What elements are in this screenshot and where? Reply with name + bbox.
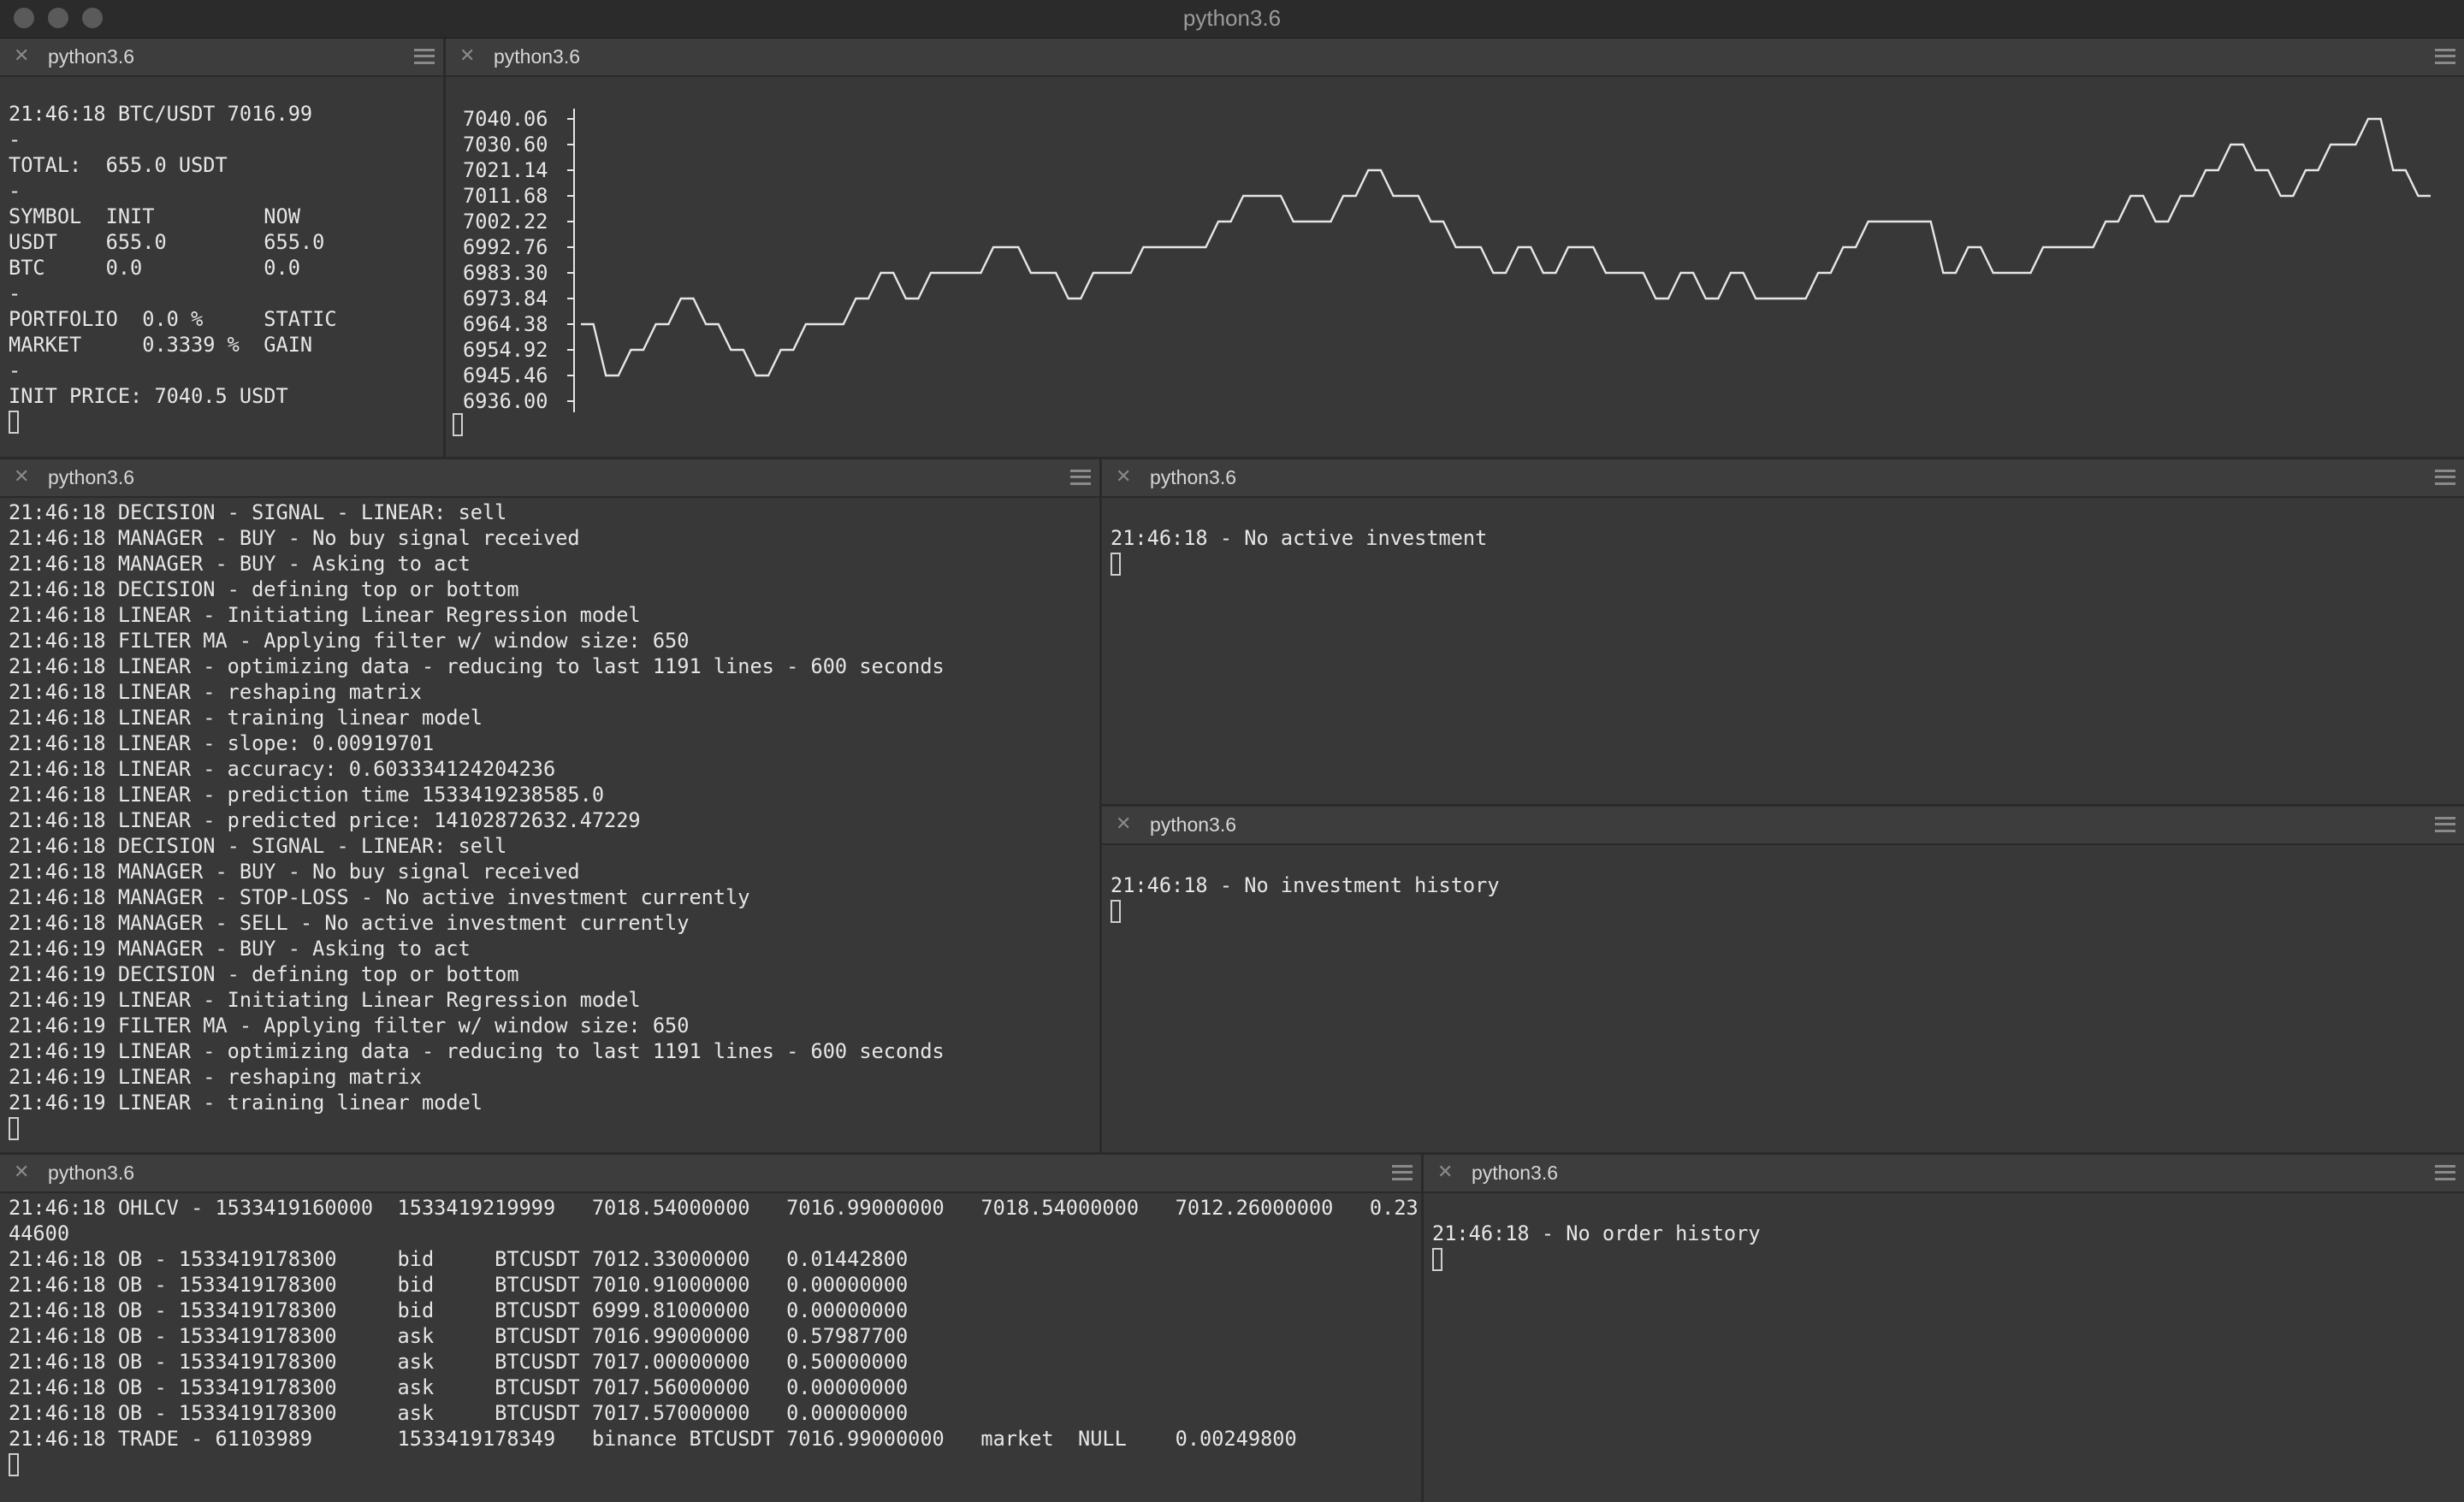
order-output: 21:46:18 - No order history	[1432, 1195, 2461, 1502]
terminal-cursor	[453, 413, 463, 436]
y-tick-label: 6992.76	[463, 235, 548, 259]
pane-menu-icon[interactable]	[1070, 470, 1091, 485]
y-tick-label: 7040.06	[463, 107, 548, 131]
log-text: 21:46:18 DECISION - SIGNAL - LINEAR: sel…	[9, 500, 945, 1115]
order-text: 21:46:18 - No order history	[1432, 1221, 1761, 1245]
log-output: 21:46:18 DECISION - SIGNAL - LINEAR: sel…	[9, 500, 1096, 1152]
market-pane[interactable]: ✕ python3.6 21:46:18 OHLCV - 15334191600…	[0, 1155, 1421, 1502]
pane-divider[interactable]	[0, 1152, 2464, 1155]
pane-tab-label: python3.6	[1150, 813, 1237, 836]
history-pane[interactable]: ✕ python3.6 21:46:18 - No investment his…	[1102, 807, 2464, 1152]
pane-tab[interactable]: ✕ python3.6	[1102, 807, 2464, 845]
chart-pane[interactable]: ✕ python3.6 7040.06 7030.60 7021.14 7011.68…	[446, 38, 2464, 457]
pane-menu-icon[interactable]	[414, 49, 435, 64]
window-title: python3.6	[1182, 5, 1282, 31]
y-tick-label: 6964.38	[463, 312, 548, 336]
pane-divider[interactable]	[1102, 804, 2464, 807]
close-pane-icon[interactable]: ✕	[14, 466, 29, 488]
close-pane-icon[interactable]: ✕	[1116, 466, 1131, 488]
pane-tab[interactable]: ✕ python3.6	[0, 38, 443, 77]
y-tick-label: 6936.00	[463, 389, 548, 413]
close-pane-icon[interactable]: ✕	[14, 45, 29, 67]
y-tick-label: 6973.84	[463, 287, 548, 310]
y-tick-label: 7002.22	[463, 210, 548, 234]
y-axis-ticks: 7040.067030.607021.147011.687002.226992.…	[463, 107, 574, 413]
pane-tab-label: python3.6	[48, 466, 135, 488]
pane-tab-label: python3.6	[48, 45, 135, 68]
investment-text: 21:46:18 - No active investment	[1111, 526, 1488, 550]
history-text: 21:46:18 - No investment history	[1111, 873, 1500, 897]
pane-tab[interactable]: ✕ python3.6	[1102, 459, 2464, 498]
investment-output: 21:46:18 - No active investment	[1111, 500, 2461, 804]
pane-menu-icon[interactable]	[2435, 1165, 2455, 1180]
terminal-cursor	[1432, 1248, 1442, 1271]
y-tick-label: 7021.14	[463, 158, 548, 182]
y-tick-label: 6945.46	[463, 364, 548, 387]
pane-tab[interactable]: ✕ python3.6	[0, 459, 1099, 498]
terminal-cursor	[1111, 553, 1121, 576]
pane-tab-label: python3.6	[48, 1162, 135, 1184]
pane-tab-label: python3.6	[1472, 1162, 1559, 1184]
pane-tab[interactable]: ✕ python3.6	[0, 1155, 1421, 1193]
close-pane-icon[interactable]: ✕	[1116, 813, 1131, 835]
pane-tab[interactable]: ✕ python3.6	[1424, 1155, 2464, 1193]
pane-divider[interactable]	[443, 38, 446, 457]
price-chart: 7040.067030.607021.147011.687002.226992.…	[463, 107, 2431, 413]
terminal-cursor	[1111, 900, 1121, 923]
order-pane[interactable]: ✕ python3.6 21:46:18 - No order history	[1424, 1155, 2464, 1502]
pane-menu-icon[interactable]	[2435, 470, 2455, 485]
history-output: 21:46:18 - No investment history	[1111, 847, 2461, 1152]
log-pane[interactable]: ✕ python3.6 21:46:18 DECISION - SIGNAL -…	[0, 459, 1099, 1152]
close-pane-icon[interactable]: ✕	[14, 1162, 29, 1183]
market-output: 21:46:18 OHLCV - 1533419160000 153341921…	[9, 1195, 1418, 1502]
y-tick-label: 7030.60	[463, 133, 548, 157]
y-tick-label: 6983.30	[463, 261, 548, 285]
terminal-cursor	[9, 1453, 19, 1476]
pane-tab-label: python3.6	[1150, 466, 1237, 488]
market-text: 21:46:18 OHLCV - 1533419160000 153341921…	[9, 1196, 1418, 1451]
pane-divider[interactable]	[1421, 1155, 1424, 1502]
terminal-window: python3.6 ✕ python3.6 21:46:18 BTC/USDT …	[0, 0, 2464, 1502]
pane-menu-icon[interactable]	[1392, 1165, 1413, 1180]
investment-pane[interactable]: ✕ python3.6 21:46:18 - No active investm…	[1102, 459, 2464, 804]
y-tick-label: 7011.68	[463, 184, 548, 208]
terminal-cursor	[9, 1117, 19, 1140]
y-tick-label: 6954.92	[463, 338, 548, 362]
price-series-line	[581, 117, 2431, 377]
pane-menu-icon[interactable]	[2435, 817, 2455, 832]
pane-divider[interactable]	[0, 457, 2464, 459]
close-pane-icon[interactable]: ✕	[1437, 1162, 1453, 1183]
balance-pane[interactable]: ✕ python3.6 21:46:18 BTC/USDT 7016.99 - …	[0, 38, 443, 457]
terminal-cursor	[9, 411, 19, 434]
balance-text: 21:46:18 BTC/USDT 7016.99 - TOTAL: 655.0…	[9, 102, 337, 408]
balance-output: 21:46:18 BTC/USDT 7016.99 - TOTAL: 655.0…	[9, 75, 440, 457]
title-bar: python3.6	[0, 0, 2464, 38]
